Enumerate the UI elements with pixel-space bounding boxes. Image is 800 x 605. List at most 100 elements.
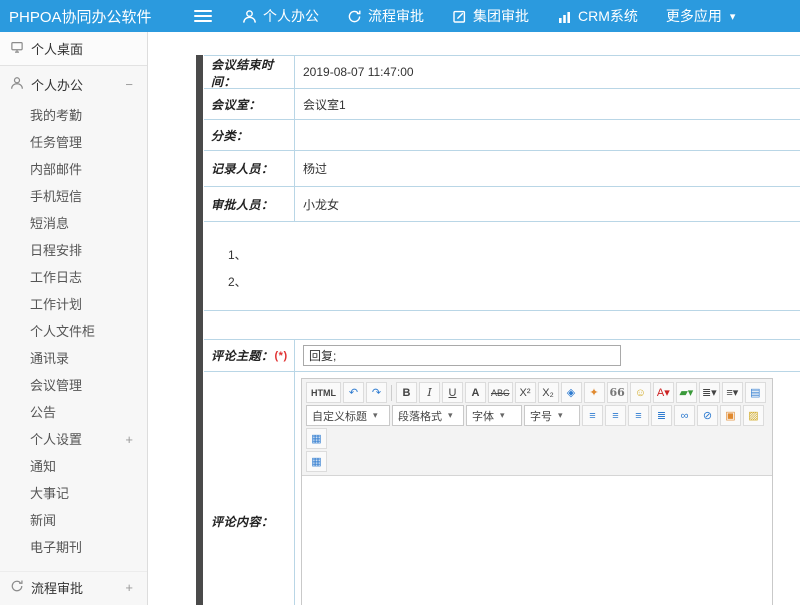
nav-crm-system[interactable]: CRM系统 [543,0,652,32]
sidebar-item-news[interactable]: 新闻 [0,507,147,534]
editor-toolbar-row1: HTML ↶ ↷ B I U A ABC X² X₂ [305,381,769,404]
table-row: 评论内容： HTML ↶ ↷ B I [204,372,800,605]
sidebar-item-e-journal[interactable]: 电子期刊 [0,534,147,561]
person-icon [242,9,257,24]
emoticons-button[interactable]: ☺ [630,382,651,403]
nav-workflow-approval[interactable]: 流程审批 [333,0,438,32]
sidebar-item-internal-mail[interactable]: 内部邮件 [0,156,147,183]
font-style-button[interactable]: A [465,382,486,403]
table-row: 会议结束时间： 2019-08-07 11:47:00 [204,56,800,89]
content-scrollbar[interactable] [196,55,203,605]
sidebar-item-attendance[interactable]: 我的考勤 [0,102,147,129]
heading-style-dropdown[interactable]: 自定义标题 [306,405,390,426]
workflow-icon [347,9,362,24]
source-code-button[interactable]: HTML [306,382,341,403]
sidebar-item-personal-settings[interactable]: 个人设置 + [0,426,147,453]
nav-group-approval[interactable]: 集团审批 [438,0,543,32]
toolbar-separator [391,385,392,401]
field-value-approver: 小龙女 [295,187,800,221]
field-value-end-time: 2019-08-07 11:47:00 [295,56,800,88]
comment-subject-input[interactable] [303,345,621,366]
menu-toggle-icon[interactable] [194,10,212,22]
person-icon [10,76,24,93]
blockquote-button[interactable]: 66 [607,382,628,403]
sidebar: 个人桌面 个人办公 − 我的考勤 任务管理 内部邮件 手机短信 短消息 日程安排… [0,32,148,605]
ordered-list-button[interactable]: ≣▾ [699,382,720,403]
field-label-recorder: 记录人员： [204,151,295,186]
subscript-button[interactable]: X₂ [538,382,559,403]
sidebar-item-announcements[interactable]: 公告 [0,399,147,426]
sidebar-item-work-plan[interactable]: 工作计划 [0,291,147,318]
sidebar-item-desktop[interactable]: 个人桌面 [0,32,147,66]
comment-subject-label: 评论主题： (*) [204,340,295,371]
nav-more-apps[interactable]: 更多应用 ▾ [652,0,750,32]
format-brush-button[interactable]: ✦ [584,382,605,403]
sidebar-item-sms[interactable]: 手机短信 [0,183,147,210]
sidebar-item-major-events[interactable]: 大事记 [0,480,147,507]
nav-personal-office[interactable]: 个人办公 [228,0,333,32]
sidebar-personal-office-list: 我的考勤 任务管理 内部邮件 手机短信 短消息 日程安排 工作日志 工作计划 个… [0,102,147,561]
unlink-button[interactable]: ⊘ [697,405,718,426]
text-color-button[interactable]: A▾ [653,382,674,403]
meeting-detail-panel: 会议结束时间： 2019-08-07 11:47:00 会议室： 会议室1 分类… [204,55,800,605]
align-left-button[interactable]: ≡ [582,405,603,426]
collapse-icon[interactable]: − [125,77,133,92]
note-line: 1、 [228,242,800,269]
bold-button[interactable]: B [396,382,417,403]
font-size-dropdown[interactable]: 字号 [524,405,580,426]
justify-button[interactable]: ≣ [651,405,672,426]
sidebar-item-meetings[interactable]: 会议管理 [0,372,147,399]
superscript-button[interactable]: X² [515,382,536,403]
sidebar-group-workflow-approval[interactable]: 流程审批 + [0,571,147,603]
field-value-meeting-room: 会议室1 [295,89,800,119]
sidebar-item-notifications[interactable]: 通知 [0,453,147,480]
italic-button[interactable]: I [419,382,440,403]
table-row: 评论主题： (*) [204,340,800,372]
table-row: 记录人员： 杨过 [204,151,800,187]
new-page-button[interactable]: ▤ [745,382,766,403]
remove-format-button[interactable]: ◈ [561,382,582,403]
top-navigation: 个人办公 流程审批 集团审批 CRM系统 更多应用 ▾ [228,0,749,32]
workflow-icon [10,579,24,596]
align-right-button[interactable]: ≡ [628,405,649,426]
sidebar-item-work-log[interactable]: 工作日志 [0,264,147,291]
media-button[interactable]: ▨ [743,405,764,426]
table-row: 会议室： 会议室1 [204,89,800,120]
sidebar-item-short-message[interactable]: 短消息 [0,210,147,237]
edit-icon [452,9,467,24]
paragraph-format-dropdown[interactable]: 段落格式 [392,405,464,426]
align-center-button[interactable]: ≡ [605,405,626,426]
desktop-icon [10,40,24,57]
table-button[interactable]: ▦ [306,451,327,472]
save-button[interactable]: ▦ [306,428,327,449]
editor-toolbar-row2: 自定义标题 段落格式 字体 字号 ≡ ≡ ≡ ≣ ∞ ⊘ ▣ [305,404,769,450]
editor-content-area[interactable] [302,476,772,605]
sidebar-group-personal-office[interactable]: 个人办公 − [0,66,147,102]
highlight-color-button[interactable]: ▰▾ [676,382,697,403]
field-value-category [295,120,800,150]
meeting-notes: 1、 2、 [204,222,800,311]
sidebar-item-file-cabinet[interactable]: 个人文件柜 [0,318,147,345]
topbar: PHPOA协同办公软件 个人办公 流程审批 集团审批 CRM系统 [0,0,800,32]
expand-icon[interactable]: + [125,426,133,453]
link-button[interactable]: ∞ [674,405,695,426]
unordered-list-button[interactable]: ≡▾ [722,382,743,403]
section-gap [204,311,800,339]
redo-button[interactable]: ↷ [366,382,387,403]
comment-form-table: 评论主题： (*) 评论内容： HTML [204,339,800,605]
table-row: 分类： [204,120,800,151]
sidebar-item-contacts[interactable]: 通讯录 [0,345,147,372]
sidebar-item-tasks[interactable]: 任务管理 [0,129,147,156]
field-label-end-time: 会议结束时间： [204,56,295,88]
app-logo: PHPOA协同办公软件 [0,6,186,27]
field-label-meeting-room: 会议室： [204,89,295,119]
image-button[interactable]: ▣ [720,405,741,426]
expand-icon[interactable]: + [125,580,133,595]
comment-content-cell: HTML ↶ ↷ B I U A ABC X² X₂ [295,372,800,605]
sidebar-item-schedule[interactable]: 日程安排 [0,237,147,264]
underline-button[interactable]: U [442,382,463,403]
font-family-dropdown[interactable]: 字体 [466,405,522,426]
strikethrough-button[interactable]: ABC [488,382,513,403]
required-mark: (*) [275,350,288,362]
undo-button[interactable]: ↶ [343,382,364,403]
